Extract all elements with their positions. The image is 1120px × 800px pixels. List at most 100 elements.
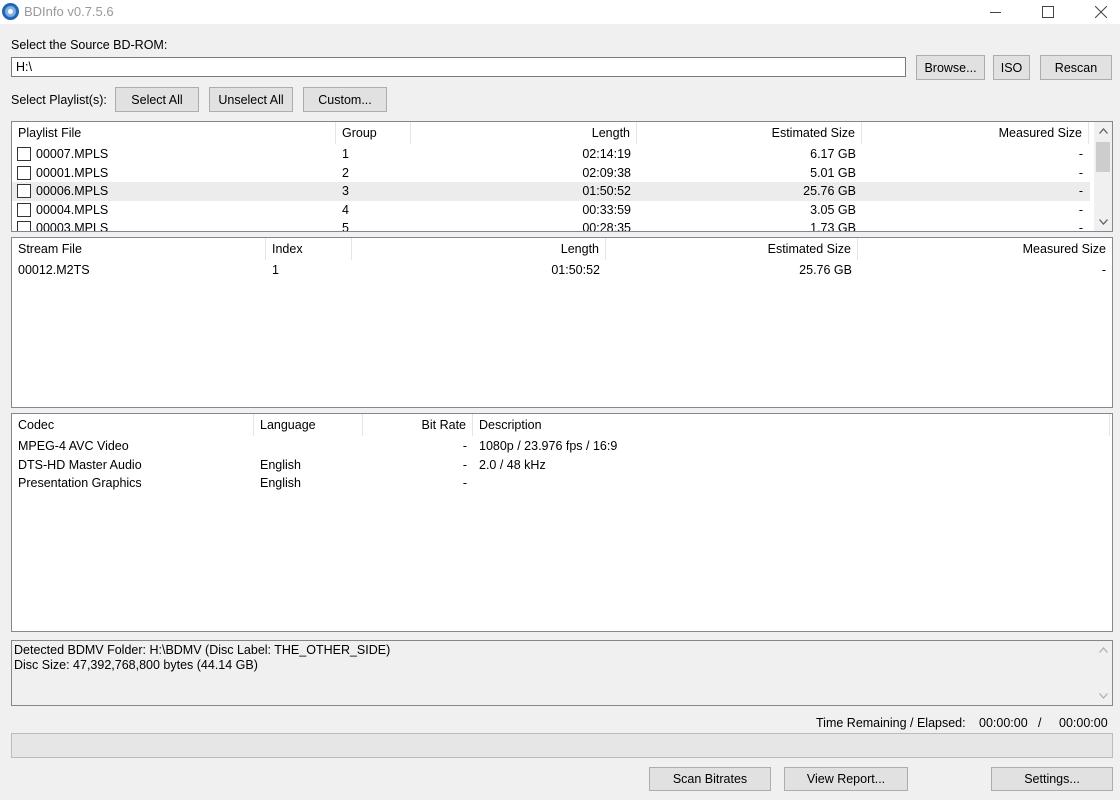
playlist-measured-size: - <box>1078 202 1083 217</box>
view-report-button[interactable]: View Report... <box>784 767 908 791</box>
scroll-down-icon[interactable] <box>1094 213 1112 231</box>
playlist-file: 00004.MPLS <box>36 202 109 217</box>
stream-row[interactable]: 00012.M2TS 1 01:50:52 25.76 GB - <box>12 261 1112 280</box>
source-path-input[interactable]: H:\ <box>11 57 906 77</box>
playlist-row[interactable]: 00003.MPLS 5 00:28:35 1.73 GB - <box>12 219 1090 232</box>
playlist-file: 00003.MPLS <box>36 221 109 232</box>
codec-description <box>473 474 485 492</box>
status-scrollbar[interactable] <box>1094 641 1112 705</box>
playlist-measured-size: - <box>1078 184 1083 198</box>
codec-name: Presentation Graphics <box>18 476 142 490</box>
playlist-list-header: Playlist File Group Length Estimated Siz… <box>12 122 1112 144</box>
col-measured-size[interactable]: Measured Size <box>862 122 1089 144</box>
playlist-scrollbar[interactable] <box>1094 122 1112 231</box>
source-label: Select the Source BD-ROM: <box>11 38 168 52</box>
scan-progress-bar <box>11 733 1113 758</box>
browse-button[interactable]: Browse... <box>916 55 985 80</box>
iso-button[interactable]: ISO <box>993 55 1030 80</box>
window-title: BDInfo v0.7.5.6 <box>24 4 114 19</box>
status-log[interactable]: Detected BDMV Folder: H:\BDMV (Disc Labe… <box>11 640 1113 706</box>
col-index[interactable]: Index <box>266 238 352 260</box>
custom-button[interactable]: Custom... <box>303 87 387 112</box>
playlist-length: 01:50:52 <box>582 184 631 198</box>
stream-list[interactable]: Stream File Index Length Estimated Size … <box>11 237 1113 408</box>
playlist-length: 00:28:35 <box>582 221 631 232</box>
status-line: Detected BDMV Folder: H:\BDMV (Disc Labe… <box>14 643 391 657</box>
col-estimated-size[interactable]: Estimated Size <box>637 122 862 144</box>
col-bit-rate[interactable]: Bit Rate <box>363 414 473 436</box>
stream-index: 1 <box>272 263 279 277</box>
playlist-row[interactable]: 00001.MPLS 2 02:09:38 5.01 GB - <box>12 164 1090 183</box>
playlist-group: 1 <box>342 147 349 161</box>
status-line: Disc Size: 47,392,768,800 bytes (44.14 G… <box>14 658 258 672</box>
col-group[interactable]: Group <box>336 122 411 144</box>
codec-description: 2.0 / 48 kHz <box>479 457 546 472</box>
select-all-button[interactable]: Select All <box>115 87 199 112</box>
col-language[interactable]: Language <box>254 414 363 436</box>
col-measured-size[interactable]: Measured Size <box>858 238 1112 260</box>
playlist-file: 00007.MPLS <box>36 147 109 161</box>
codec-description: 1080p / 23.976 fps / 16:9 <box>479 439 618 453</box>
stream-list-header: Stream File Index Length Estimated Size … <box>12 238 1112 260</box>
codec-language <box>254 437 266 455</box>
codec-name: MPEG-4 AVC Video <box>18 439 129 453</box>
playlist-row[interactable]: 00004.MPLS 4 00:33:59 3.05 GB - <box>12 201 1090 220</box>
codec-language: English <box>260 457 301 472</box>
scroll-thumb[interactable] <box>1096 142 1110 172</box>
col-playlist-file[interactable]: Playlist File <box>12 122 336 144</box>
rescan-button[interactable]: Rescan <box>1040 55 1112 80</box>
col-length[interactable]: Length <box>352 238 606 260</box>
playlist-length: 02:09:38 <box>582 165 631 180</box>
playlist-checkbox[interactable] <box>17 165 31 180</box>
codec-row[interactable]: MPEG-4 AVC Video - 1080p / 23.976 fps / … <box>12 437 1112 456</box>
stream-length: 01:50:52 <box>551 263 600 277</box>
codec-name: DTS-HD Master Audio <box>18 457 142 472</box>
scroll-down-icon[interactable] <box>1094 687 1112 705</box>
unselect-all-button[interactable]: Unselect All <box>209 87 293 112</box>
playlist-checkbox[interactable] <box>17 202 31 217</box>
playlist-file: 00001.MPLS <box>36 165 109 180</box>
scroll-up-icon[interactable] <box>1094 122 1112 140</box>
codec-row[interactable]: Presentation Graphics English - <box>12 474 1112 493</box>
playlist-row[interactable]: 00007.MPLS 1 02:14:19 6.17 GB - <box>12 145 1090 164</box>
playlist-est-size: 6.17 GB <box>810 147 856 161</box>
playlist-file: 00006.MPLS <box>36 184 109 198</box>
playlist-group: 3 <box>342 184 349 198</box>
codec-list[interactable]: Codec Language Bit Rate Description MPEG… <box>11 413 1113 632</box>
stream-est-size: 25.76 GB <box>799 263 852 277</box>
playlist-row-selected[interactable]: 00006.MPLS 3 01:50:52 25.76 GB - <box>12 182 1090 201</box>
playlist-checkbox[interactable] <box>17 147 31 161</box>
col-description[interactable]: Description <box>473 414 1110 436</box>
col-stream-file[interactable]: Stream File <box>12 238 266 260</box>
playlist-est-size: 1.73 GB <box>810 221 856 232</box>
codec-row[interactable]: DTS-HD Master Audio English - 2.0 / 48 k… <box>12 456 1112 475</box>
playlist-group: 2 <box>342 165 349 180</box>
col-estimated-size[interactable]: Estimated Size <box>606 238 858 260</box>
select-playlists-label: Select Playlist(s): <box>11 93 107 107</box>
playlist-group: 5 <box>342 221 349 232</box>
codec-list-header: Codec Language Bit Rate Description <box>12 414 1112 436</box>
stream-file: 00012.M2TS <box>18 263 90 277</box>
time-separator: / <box>1038 716 1042 730</box>
close-icon[interactable] <box>1078 0 1120 24</box>
playlist-measured-size: - <box>1078 221 1083 232</box>
codec-bitrate: - <box>462 457 467 472</box>
playlist-list[interactable]: Playlist File Group Length Estimated Siz… <box>11 121 1113 232</box>
time-label: Time Remaining / Elapsed: <box>816 716 966 730</box>
settings-button[interactable]: Settings... <box>991 767 1113 791</box>
codec-language: English <box>260 476 301 490</box>
minimize-icon[interactable] <box>972 0 1018 24</box>
col-length[interactable]: Length <box>411 122 637 144</box>
scan-bitrates-button[interactable]: Scan Bitrates <box>649 767 771 791</box>
playlist-measured-size: - <box>1078 147 1083 161</box>
scroll-up-icon[interactable] <box>1094 641 1112 659</box>
title-bar <box>0 0 1120 24</box>
playlist-checkbox[interactable] <box>17 184 31 198</box>
playlist-length: 02:14:19 <box>582 147 631 161</box>
playlist-length: 00:33:59 <box>582 202 631 217</box>
playlist-checkbox[interactable] <box>17 221 31 231</box>
playlist-measured-size: - <box>1078 165 1083 180</box>
time-elapsed: 00:00:00 <box>1059 716 1108 730</box>
col-codec[interactable]: Codec <box>12 414 254 436</box>
maximize-icon[interactable] <box>1025 0 1071 24</box>
